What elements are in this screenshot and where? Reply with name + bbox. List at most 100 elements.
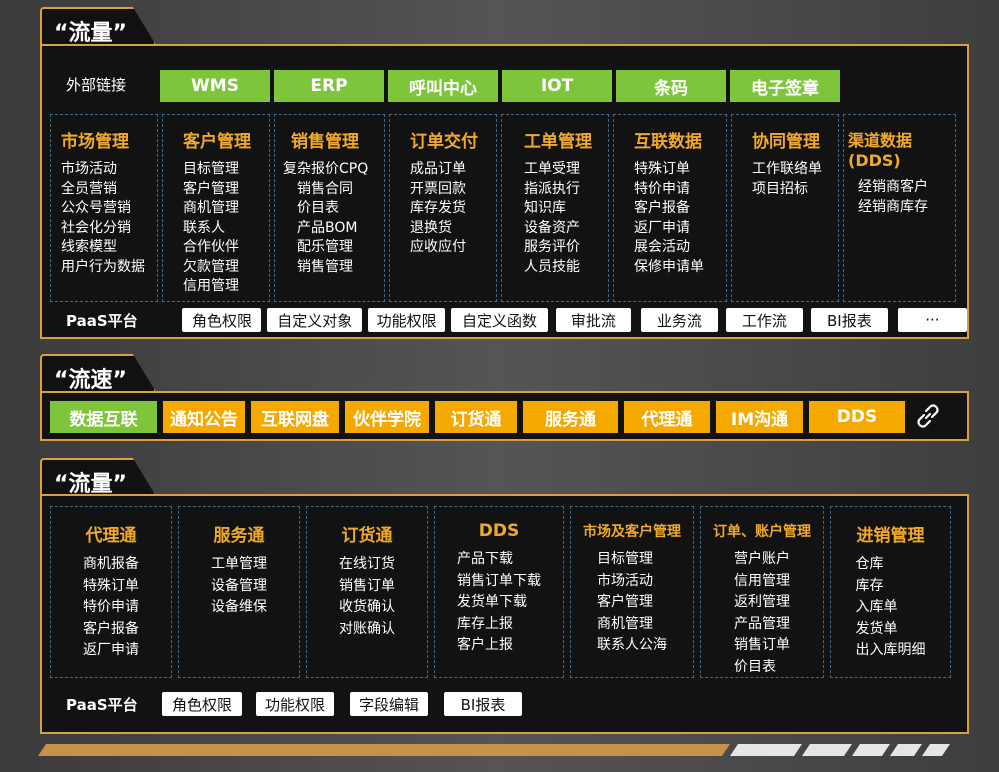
module-item[interactable]: 在线订货 (339, 554, 395, 576)
paas-more-button[interactable]: ··· (897, 308, 967, 332)
module-item[interactable]: 工单管理 (211, 554, 267, 576)
module-item[interactable]: 成品订单 (410, 160, 496, 180)
module-item[interactable]: 市场活动 (597, 571, 667, 593)
external-link-wms[interactable]: WMS (160, 70, 270, 102)
module-item[interactable]: 指派执行 (524, 180, 608, 200)
speed-im[interactable]: IM沟通 (716, 401, 803, 433)
module-item[interactable]: 客户报备 (634, 199, 726, 219)
module-item[interactable]: 商机管理 (183, 199, 269, 219)
module-item[interactable]: 服务评价 (524, 238, 608, 258)
module-item[interactable]: 应收应付 (410, 238, 496, 258)
module-item[interactable]: 欠款管理 (183, 258, 269, 278)
module-item[interactable]: 特殊订单 (83, 576, 139, 598)
module-item[interactable]: 仓库 (856, 554, 926, 576)
paas-workflow[interactable]: 工作流 (725, 308, 803, 332)
module-item[interactable]: 价目表 (734, 657, 790, 679)
paas-role-permission[interactable]: 角色权限 (182, 308, 262, 332)
module-item[interactable]: 经销商客户 (848, 178, 955, 198)
speed-notice[interactable]: 通知公告 (163, 401, 245, 433)
module-item[interactable]: 退换货 (410, 219, 496, 239)
module-item[interactable]: 开票回款 (410, 180, 496, 200)
module-item[interactable]: 信用管理 (183, 277, 269, 297)
module-item[interactable]: 用户行为数据 (61, 258, 157, 278)
paas-business-flow[interactable]: 业务流 (640, 308, 718, 332)
module-item[interactable]: 返厂申请 (634, 219, 726, 239)
module-item[interactable]: 产品下载 (457, 549, 541, 571)
module-item[interactable]: 收货确认 (339, 597, 395, 619)
module-item[interactable]: 信用管理 (734, 571, 790, 593)
external-link-erp[interactable]: ERP (274, 70, 384, 102)
module-item[interactable]: 发货单下载 (457, 592, 541, 614)
module-item[interactable]: 销售合同 (283, 180, 384, 200)
module-item[interactable]: 发货单 (856, 619, 926, 641)
module-item[interactable]: 市场活动 (61, 160, 157, 180)
module-item[interactable]: 线索模型 (61, 238, 157, 258)
paas-custom-object[interactable]: 自定义对象 (267, 308, 363, 332)
speed-service-pass[interactable]: 服务通 (523, 401, 618, 433)
module-item[interactable]: 销售管理 (283, 258, 384, 278)
module-item[interactable]: 社会化分销 (61, 219, 157, 239)
module-item[interactable]: 设备管理 (211, 576, 267, 598)
module-item[interactable]: 特价申请 (634, 180, 726, 200)
speed-data-interconnect[interactable]: 数据互联 (50, 401, 157, 433)
module-item[interactable]: 产品BOM (283, 219, 384, 239)
external-link-call-center[interactable]: 呼叫中心 (388, 70, 498, 102)
module-item[interactable]: 客户管理 (597, 592, 667, 614)
paas-function-permission[interactable]: 功能权限 (256, 692, 334, 716)
module-item[interactable]: 库存发货 (410, 199, 496, 219)
module-item[interactable]: 全员营销 (61, 180, 157, 200)
paas-custom-function[interactable]: 自定义函数 (451, 308, 548, 332)
module-item[interactable]: 入库单 (856, 597, 926, 619)
link-icon[interactable] (912, 400, 944, 432)
module-item[interactable]: 出入库明细 (856, 640, 926, 662)
module-item[interactable]: 对账确认 (339, 619, 395, 641)
module-item[interactable]: 设备维保 (211, 597, 267, 619)
module-item[interactable]: 知识库 (524, 199, 608, 219)
module-item[interactable]: 商机报备 (83, 554, 139, 576)
speed-order-pass[interactable]: 订货通 (435, 401, 517, 433)
paas-bi-report[interactable]: BI报表 (444, 692, 522, 716)
paas-function-permission[interactable]: 功能权限 (368, 308, 446, 332)
module-item[interactable]: 返利管理 (734, 592, 790, 614)
module-item[interactable]: 客户上报 (457, 635, 541, 657)
module-item[interactable]: 库存 (856, 576, 926, 598)
paas-approval-flow[interactable]: 审批流 (555, 308, 631, 332)
speed-net-disk[interactable]: 互联网盘 (251, 401, 339, 433)
module-item[interactable]: 联系人 (183, 219, 269, 239)
module-item[interactable]: 展会活动 (634, 238, 726, 258)
module-item[interactable]: 返厂申请 (83, 640, 139, 662)
external-link-barcode[interactable]: 条码 (616, 70, 726, 102)
module-item[interactable]: 项目招标 (752, 180, 838, 200)
module-item[interactable]: 工作联络单 (752, 160, 838, 180)
speed-partner-academy[interactable]: 伙伴学院 (345, 401, 429, 433)
external-link-iot[interactable]: IOT (502, 70, 612, 102)
module-item[interactable]: 客户管理 (183, 180, 269, 200)
module-item[interactable]: 公众号营销 (61, 199, 157, 219)
module-item[interactable]: 经销商库存 (848, 198, 955, 218)
paas-role-permission[interactable]: 角色权限 (162, 692, 242, 716)
module-item[interactable]: 销售订单 (339, 576, 395, 598)
module-item[interactable]: 商机管理 (597, 614, 667, 636)
module-item[interactable]: 营户账户 (734, 549, 790, 571)
module-item[interactable]: 联系人公海 (597, 635, 667, 657)
module-item[interactable]: 工单受理 (524, 160, 608, 180)
module-item[interactable]: 复杂报价CPQ (283, 160, 384, 180)
module-item[interactable]: 客户报备 (83, 619, 139, 641)
module-item[interactable]: 特价申请 (83, 597, 139, 619)
module-item[interactable]: 特殊订单 (634, 160, 726, 180)
module-item[interactable]: 目标管理 (183, 160, 269, 180)
speed-agent-pass[interactable]: 代理通 (624, 401, 710, 433)
module-item[interactable]: 合作伙伴 (183, 238, 269, 258)
module-item[interactable]: 销售订单 (734, 635, 790, 657)
speed-dds[interactable]: DDS (809, 401, 905, 433)
module-item[interactable]: 设备资产 (524, 219, 608, 239)
external-link-e-signature[interactable]: 电子签章 (730, 70, 840, 102)
module-item[interactable]: 库存上报 (457, 614, 541, 636)
module-item[interactable]: 人员技能 (524, 258, 608, 278)
paas-bi-report[interactable]: BI报表 (810, 308, 888, 332)
module-item[interactable]: 保修申请单 (634, 258, 726, 278)
module-item[interactable]: 价目表 (283, 199, 384, 219)
module-item[interactable]: 产品管理 (734, 614, 790, 636)
module-item[interactable]: 目标管理 (597, 549, 667, 571)
paas-field-edit[interactable]: 字段编辑 (350, 692, 428, 716)
